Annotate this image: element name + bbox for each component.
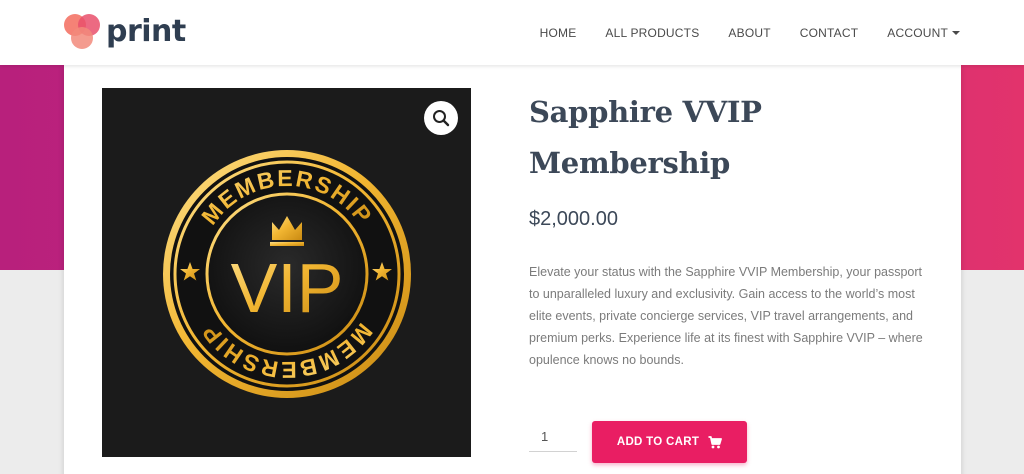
add-to-cart-button[interactable]: ADD TO CART bbox=[592, 421, 747, 463]
nav-item-contact[interactable]: CONTACT bbox=[800, 26, 859, 40]
add-to-cart-label: ADD TO CART bbox=[616, 436, 700, 448]
vip-membership-badge-image: MEMBERSHIP MEMBERSHIP VIP bbox=[163, 150, 411, 398]
product-summary: Sapphire VVIP Membership $2,000.00 Eleva… bbox=[529, 65, 929, 371]
logo-text: print bbox=[106, 14, 186, 49]
main-nav: HOME ALL PRODUCTS ABOUT CONTACT ACCOUNT bbox=[511, 0, 960, 65]
product-title-line2: Membership bbox=[529, 146, 730, 180]
nav-item-all-products[interactable]: ALL PRODUCTS bbox=[605, 26, 699, 40]
badge-center-text: VIP bbox=[231, 249, 344, 327]
quantity-input[interactable] bbox=[529, 422, 577, 452]
nav-item-account-label: ACCOUNT bbox=[887, 25, 948, 40]
search-icon bbox=[433, 110, 450, 127]
caret-down-icon bbox=[952, 31, 960, 36]
product-image[interactable]: MEMBERSHIP MEMBERSHIP VIP bbox=[102, 88, 471, 457]
zoom-button[interactable] bbox=[424, 101, 458, 135]
product-card: MEMBERSHIP MEMBERSHIP VIP Sapphire VVIP … bbox=[64, 65, 961, 474]
cart-icon bbox=[708, 435, 723, 448]
product-title-line1: Sapphire VVIP bbox=[529, 95, 762, 129]
nav-item-account[interactable]: ACCOUNT bbox=[887, 26, 960, 40]
product-description: Elevate your status with the Sapphire VV… bbox=[529, 265, 923, 367]
nav-item-about[interactable]: ABOUT bbox=[728, 26, 770, 40]
nav-item-home[interactable]: HOME bbox=[540, 26, 577, 40]
logo-mark-icon bbox=[64, 12, 104, 52]
site-logo[interactable]: print bbox=[64, 12, 186, 52]
product-price: $2,000.00 bbox=[529, 208, 618, 230]
product-title: Sapphire VVIP Membership bbox=[529, 87, 929, 189]
site-header: print HOME ALL PRODUCTS ABOUT CONTACT AC… bbox=[0, 0, 1024, 65]
